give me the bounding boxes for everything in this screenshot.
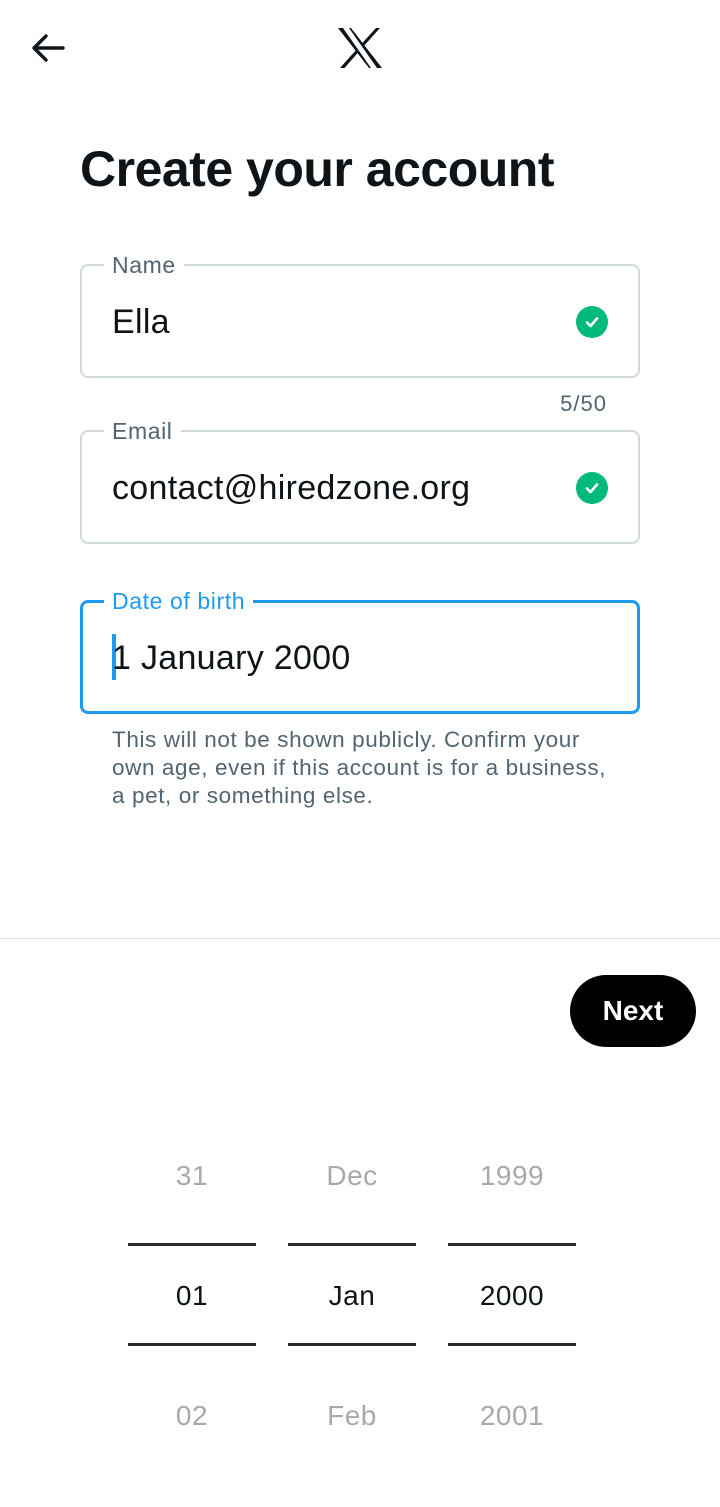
back-button[interactable]	[24, 24, 72, 72]
month-option-selected[interactable]: Jan	[288, 1280, 416, 1312]
email-label: Email	[104, 417, 181, 445]
top-bar	[0, 0, 720, 96]
picker-divider	[288, 1243, 416, 1246]
picker-divider	[448, 1243, 576, 1246]
email-input[interactable]: contact@hiredzone.org	[112, 468, 470, 508]
year-option-selected[interactable]: 2000	[448, 1280, 576, 1312]
name-char-counter: 5/50	[560, 391, 607, 416]
picker-divider	[128, 1243, 256, 1246]
date-of-birth-input[interactable]: 1 January 2000	[112, 638, 351, 678]
day-option-selected[interactable]: 01	[128, 1280, 256, 1312]
check-circle-icon	[576, 306, 608, 338]
divider	[0, 938, 720, 939]
name-label: Name	[104, 251, 184, 279]
date-of-birth-helper-text: This will not be shown publicly. Confirm…	[112, 727, 607, 808]
next-button[interactable]: Next	[570, 975, 696, 1047]
arrow-left-icon	[32, 34, 65, 62]
date-of-birth-field[interactable]: Date of birth 1 January 2000	[80, 587, 640, 714]
day-option-next[interactable]: 02	[128, 1400, 256, 1432]
month-picker[interactable]: Dec Jan Feb	[288, 1130, 416, 1470]
year-option-next[interactable]: 2001	[448, 1400, 576, 1432]
picker-divider	[448, 1343, 576, 1346]
picker-divider	[128, 1343, 256, 1346]
day-picker[interactable]: 31 01 02	[128, 1130, 256, 1470]
date-of-birth-label: Date of birth	[104, 587, 254, 615]
month-option-next[interactable]: Feb	[288, 1400, 416, 1432]
month-option-prev[interactable]: Dec	[288, 1160, 416, 1192]
name-input[interactable]: Ella	[112, 302, 170, 342]
email-field[interactable]: Email contact@hiredzone.org	[80, 417, 640, 544]
page-title: Create your account	[80, 141, 554, 197]
name-field[interactable]: Name Ella	[80, 251, 640, 378]
year-picker[interactable]: 1999 2000 2001	[448, 1130, 576, 1470]
day-option-prev[interactable]: 31	[128, 1160, 256, 1192]
year-option-prev[interactable]: 1999	[448, 1160, 576, 1192]
x-logo-icon	[338, 28, 382, 68]
picker-divider	[288, 1343, 416, 1346]
check-circle-icon	[576, 472, 608, 504]
